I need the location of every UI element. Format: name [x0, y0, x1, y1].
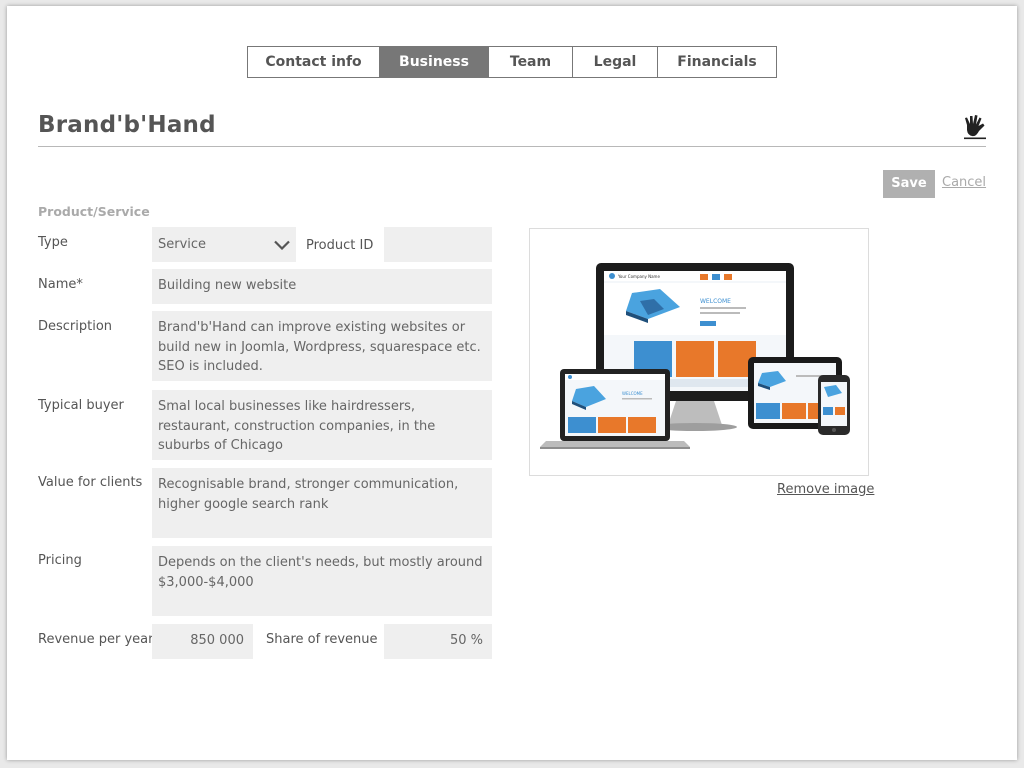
description-label: Description: [38, 319, 113, 334]
typical-buyer-label: Typical buyer: [38, 398, 124, 413]
profile-card: Contact info Business Team Legal Financi…: [7, 6, 1017, 760]
tab-financials[interactable]: Financials: [658, 47, 776, 77]
type-select-value: Service: [158, 236, 207, 252]
save-button[interactable]: Save: [883, 170, 935, 198]
typical-buyer-textarea[interactable]: Smal local businesses like hairdressers,…: [152, 390, 492, 460]
remove-image-link[interactable]: Remove image: [777, 482, 874, 497]
share-of-revenue-label: Share of revenue: [266, 632, 378, 647]
tab-bar: Contact info Business Team Legal Financi…: [247, 46, 777, 78]
product-id-label: Product ID: [306, 238, 374, 253]
svg-text:WELCOME: WELCOME: [622, 391, 643, 396]
product-id-input[interactable]: [384, 227, 492, 262]
product-image-frame: Your Company Name WELCOME WELCOME: [529, 228, 869, 476]
value-for-clients-textarea[interactable]: Recognisable brand, stronger communicati…: [152, 468, 492, 538]
tab-business[interactable]: Business: [380, 47, 489, 77]
value-for-clients-label: Value for clients: [38, 475, 143, 490]
type-select[interactable]: Service: [152, 227, 296, 262]
header-divider: [38, 146, 986, 147]
name-label: Name*: [38, 277, 83, 292]
responsive-devices-image: Your Company Name WELCOME WELCOME: [540, 263, 850, 449]
hand-icon: [964, 115, 986, 140]
pricing-textarea[interactable]: Depends on the client's needs, but mostl…: [152, 546, 492, 616]
description-textarea[interactable]: Brand'b'Hand can improve existing websit…: [152, 311, 492, 381]
pricing-label: Pricing: [38, 553, 82, 568]
page-title: Brand'b'Hand: [38, 112, 216, 138]
tab-team[interactable]: Team: [489, 47, 573, 77]
tab-legal[interactable]: Legal: [573, 47, 658, 77]
chevron-down-icon: [274, 240, 290, 250]
name-input[interactable]: Building new website: [152, 269, 492, 304]
cancel-link[interactable]: Cancel: [942, 175, 986, 190]
section-title: Product/Service: [38, 204, 150, 219]
share-of-revenue-input[interactable]: 50 %: [384, 624, 492, 659]
monitor-welcome-text: WELCOME: [700, 298, 731, 305]
revenue-label: Revenue per year: [38, 632, 154, 647]
tab-contact-info[interactable]: Contact info: [248, 47, 380, 77]
monitor-header-text: Your Company Name: [617, 274, 660, 279]
type-label: Type: [38, 235, 68, 250]
revenue-input[interactable]: 850 000: [152, 624, 253, 659]
